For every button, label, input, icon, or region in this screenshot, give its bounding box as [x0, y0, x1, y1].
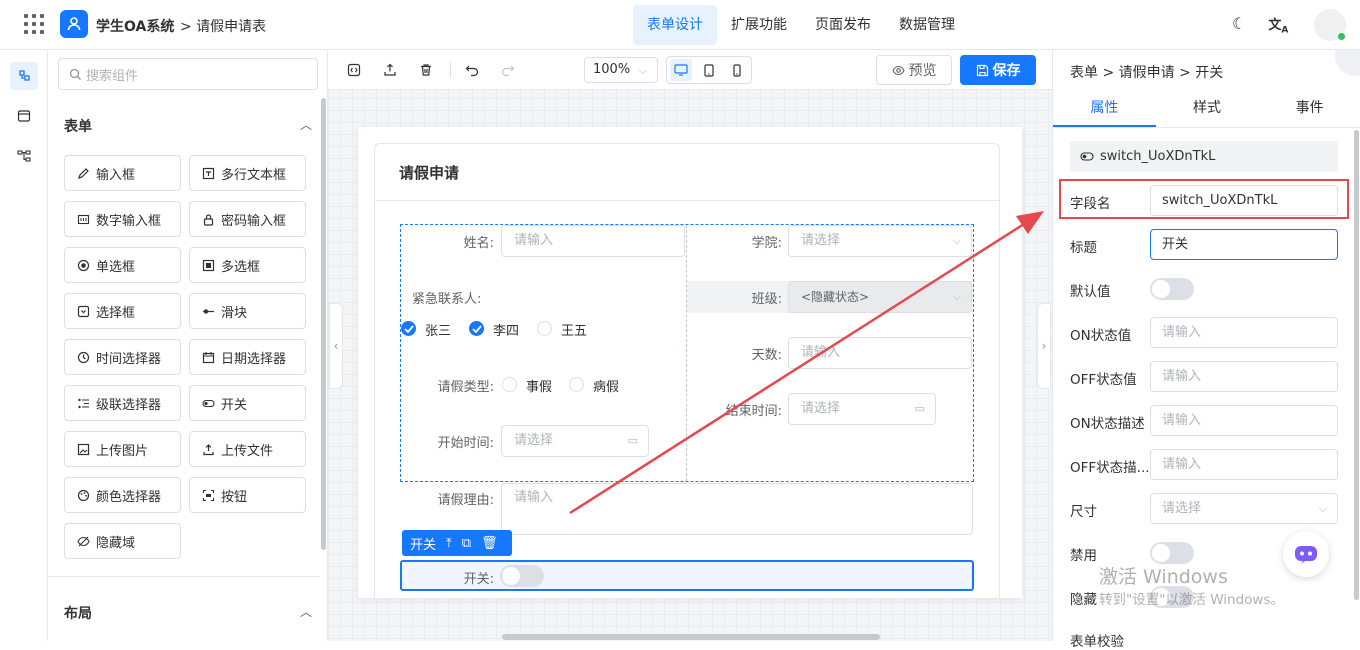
annotation-arrow-head — [1016, 211, 1044, 234]
annotation-arrow-overlay — [569, 211, 1044, 515]
annotation-arrow-line — [569, 222, 1025, 515]
